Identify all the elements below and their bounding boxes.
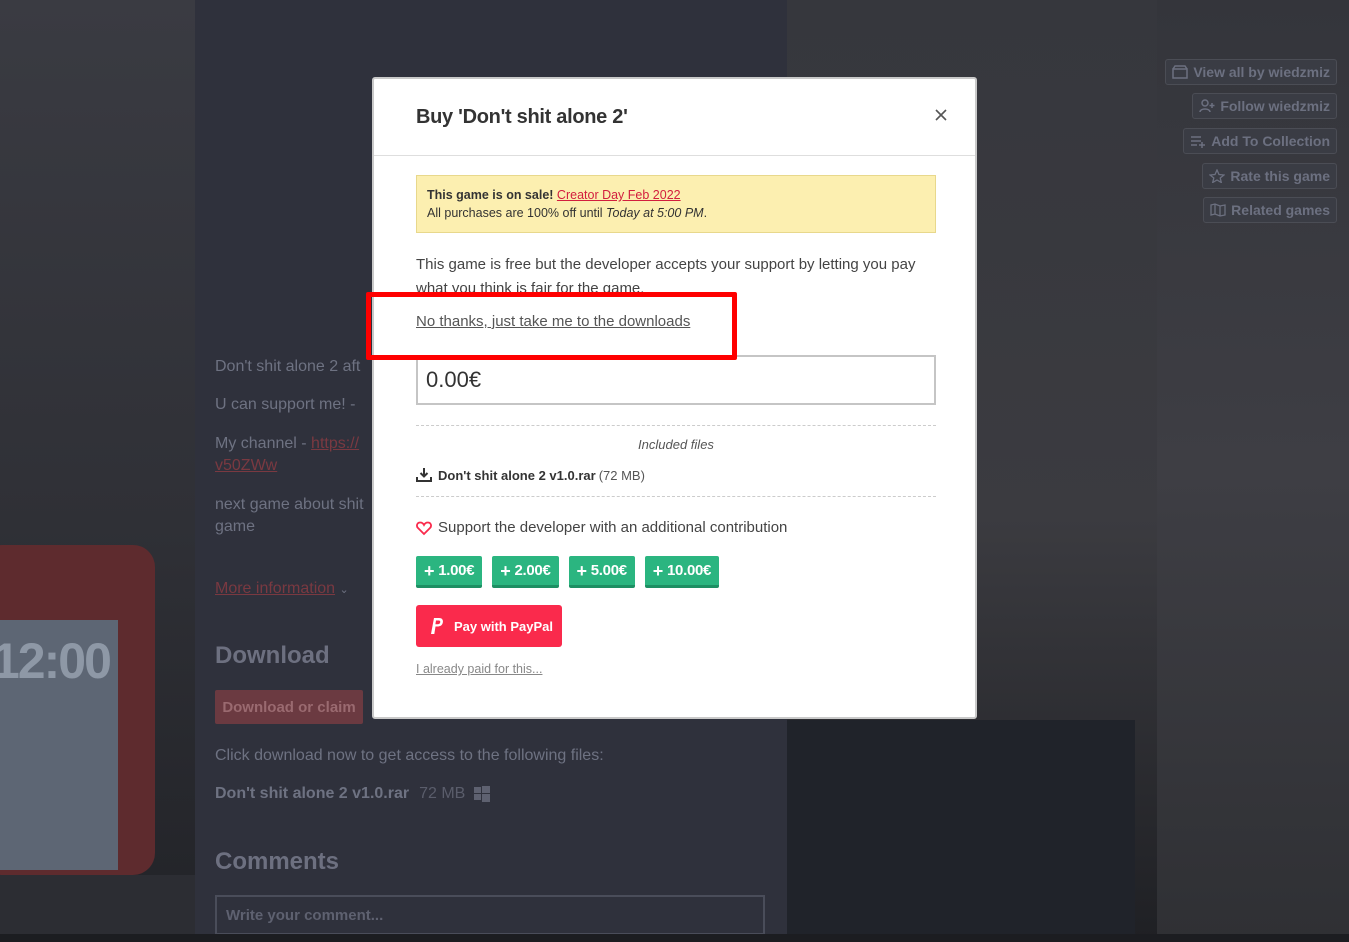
description-line: Don't shit alone 2 aft: [215, 358, 361, 375]
more-information-label: More information: [215, 580, 336, 597]
follow-icon: [1199, 99, 1215, 113]
amount-label: 5.00€: [590, 562, 627, 579]
windows-icon: [474, 786, 491, 802]
sale-notice: This game is on sale! Creator Day Feb 20…: [416, 175, 936, 233]
upload-file-row: Don't shit alone 2 v1.0.rar 72 MB: [215, 785, 491, 803]
sale-line-2-suffix: .: [703, 206, 708, 220]
follow-label: Follow wiedzmiz: [1220, 98, 1330, 114]
description-line: game: [215, 518, 256, 535]
channel-link-continued[interactable]: v50ZWw: [215, 457, 277, 474]
store-icon: [1172, 65, 1189, 79]
map-icon: [1210, 203, 1226, 217]
paypal-label: Pay with PayPal: [454, 618, 553, 634]
add-collection-label: Add To Collection: [1211, 133, 1330, 149]
chevron-down-icon: ⌄: [339, 584, 349, 596]
star-icon: [1209, 169, 1226, 183]
related-games-button[interactable]: Related games: [1203, 197, 1337, 223]
amount-label: 10.00€: [667, 562, 712, 579]
included-files-label: Included files: [638, 437, 714, 452]
plus-icon: +: [652, 560, 664, 581]
channel-link[interactable]: https://: [311, 435, 359, 452]
comment-input[interactable]: Write your comment...: [215, 895, 765, 935]
download-note: Click download now to get access to the …: [215, 747, 604, 764]
add-amount-button[interactable]: +2.00€: [492, 556, 559, 588]
background-phone-time: 12:00: [0, 633, 112, 689]
heart-icon: [416, 521, 432, 535]
sale-line-2-prefix: All purchases are 100% off until: [427, 206, 607, 220]
pay-with-paypal-button[interactable]: Pay with PayPal: [416, 605, 562, 647]
collection-icon: [1191, 136, 1206, 148]
included-file-row: Don't shit alone 2 v1.0.rar (72 MB): [416, 467, 645, 483]
plus-icon: +: [576, 560, 588, 581]
rate-label: Rate this game: [1230, 168, 1330, 184]
bottom-bar: [0, 934, 1349, 942]
amount-label: 1.00€: [438, 562, 475, 579]
description-line: U can support me! -: [215, 396, 356, 413]
included-file-size: (72 MB): [598, 467, 645, 483]
divider: [416, 496, 936, 497]
purchase-dialog: Buy 'Don't shit alone 2' This game is on…: [372, 77, 977, 719]
sale-prefix: This game is on sale!: [427, 188, 554, 202]
follow-author-button[interactable]: Follow wiedzmiz: [1192, 93, 1337, 119]
price-input[interactable]: [416, 355, 936, 405]
view-all-by-author-button[interactable]: View all by wiedzmiz: [1165, 59, 1337, 85]
add-to-collection-button[interactable]: Add To Collection: [1183, 128, 1337, 154]
download-icon: [416, 468, 432, 482]
rate-game-button[interactable]: Rate this game: [1202, 163, 1337, 189]
plus-icon: +: [500, 560, 511, 581]
description-line: My channel - https://: [215, 435, 359, 453]
view-all-label: View all by wiedzmiz: [1193, 64, 1330, 80]
upload-file-name: Don't shit alone 2 v1.0.rar: [215, 785, 410, 802]
pricing-description: This game is free but the developer acce…: [416, 256, 916, 297]
comments-heading: Comments: [215, 848, 340, 875]
more-information-link[interactable]: More information ⌄: [215, 580, 349, 598]
divider: [416, 425, 936, 426]
sale-event-link[interactable]: Creator Day Feb 2022: [557, 188, 681, 202]
amount-label: 2.00€: [514, 562, 551, 579]
sale-line-2: All purchases are 100% off until Today a…: [427, 204, 925, 222]
support-contribution-row: Support the developer with an additional…: [416, 519, 787, 536]
already-paid-link[interactable]: I already paid for this...: [416, 662, 542, 676]
download-heading: Download: [215, 642, 330, 669]
paypal-icon: [429, 616, 443, 634]
add-amount-button[interactable]: +1.00€: [416, 556, 483, 588]
highlight-box: [366, 292, 737, 360]
plus-icon: +: [424, 560, 435, 581]
game-screenshot[interactable]: [787, 720, 1135, 940]
sale-end-time: Today at 5:00 PM: [606, 206, 704, 220]
contribution-buttons: +1.00€ +2.00€ +5.00€ +10.00€: [416, 556, 729, 588]
description-line: v50ZWw: [215, 457, 277, 475]
add-amount-button[interactable]: +5.00€: [568, 556, 635, 588]
add-amount-button[interactable]: +10.00€: [644, 556, 720, 588]
description-text: My channel -: [215, 435, 312, 452]
sale-line-1: This game is on sale! Creator Day Feb 20…: [427, 186, 925, 204]
download-or-claim-button[interactable]: Download or claim: [215, 690, 363, 724]
upload-file-size: 72 MB: [419, 785, 466, 802]
dialog-header: Buy 'Don't shit alone 2': [374, 79, 975, 156]
support-label: Support the developer with an additional…: [438, 519, 788, 536]
description-line: next game about shit: [215, 496, 364, 513]
dialog-title: Buy 'Don't shit alone 2': [416, 106, 628, 128]
close-icon[interactable]: [929, 103, 953, 127]
related-label: Related games: [1231, 202, 1330, 218]
included-file-name: Don't shit alone 2 v1.0.rar: [438, 467, 596, 483]
